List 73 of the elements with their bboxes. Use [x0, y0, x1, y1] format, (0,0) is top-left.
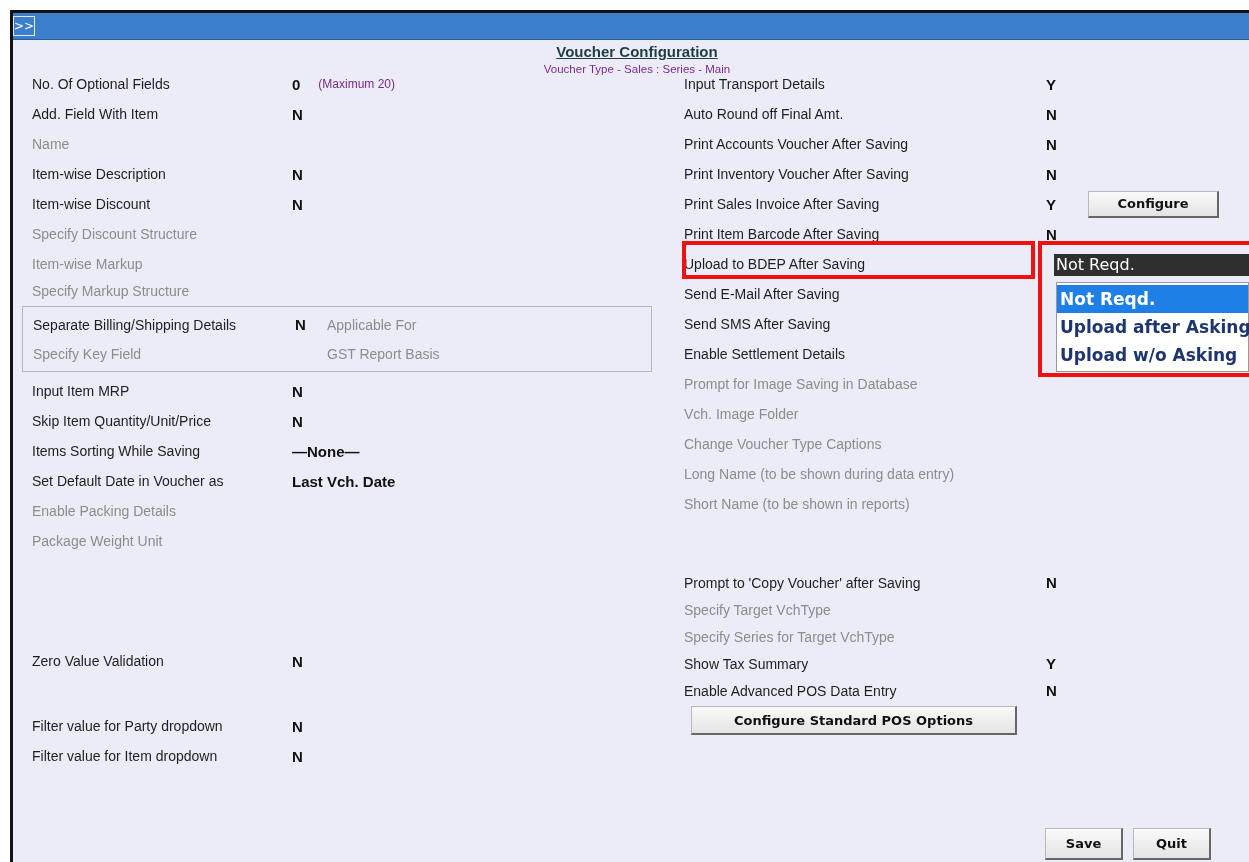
setting-value[interactable]: N: [1046, 682, 1057, 699]
setting-value[interactable]: N: [292, 195, 303, 213]
setting-label: Enable Settlement Details: [684, 346, 847, 362]
setting-label: No. Of Optional Fields: [32, 76, 171, 92]
setting-value[interactable]: N: [295, 316, 327, 333]
setting-label: Print Accounts Voucher After Saving: [684, 136, 910, 152]
setting-value[interactable]: N: [292, 105, 303, 123]
setting-label: Print Sales Invoice After Saving: [684, 196, 881, 212]
setting-label: Prompt for Image Saving in Database: [684, 376, 919, 392]
setting-label: Prompt to 'Copy Voucher' after Saving: [684, 574, 922, 591]
pos-options-button[interactable]: Configure Standard POS Options: [691, 706, 1017, 735]
setting-value[interactable]: N: [292, 382, 303, 400]
setting-label: Applicable For: [327, 316, 417, 333]
setting-value[interactable]: N: [1046, 225, 1057, 243]
setting-value[interactable]: N: [292, 747, 303, 765]
setting-label: Add. Field With Item: [32, 106, 160, 122]
setting-value[interactable]: N: [1046, 135, 1057, 153]
setting-label: Vch. Image Folder: [684, 406, 800, 422]
form-subtitle: Voucher Type - Sales : Series - Main: [543, 63, 731, 75]
dropdown-option[interactable]: Upload after Asking: [1057, 313, 1248, 341]
setting-label: Item-wise Markup: [32, 256, 144, 272]
setting-label: Name: [32, 136, 71, 152]
setting-label: Enable Advanced POS Data Entry: [684, 682, 898, 699]
setting-value[interactable]: Last Vch. Date: [292, 472, 396, 490]
setting-label: Items Sorting While Saving: [32, 443, 202, 459]
setting-value[interactable]: N: [292, 165, 303, 183]
setting-value[interactable]: N: [292, 717, 303, 735]
setting-label: Input Transport Details: [684, 76, 826, 92]
setting-label: Specify Target VchType: [684, 601, 832, 618]
setting-label: Package Weight Unit: [32, 533, 164, 549]
setting-value[interactable]: Y: [1046, 75, 1056, 93]
setting-label: Print Inventory Voucher After Saving: [684, 166, 910, 182]
setting-label: Auto Round off Final Amt.: [684, 106, 845, 122]
configure-button[interactable]: Configure: [1088, 190, 1219, 218]
setting-label: Long Name (to be shown during data entry): [684, 466, 956, 482]
dropdown-option[interactable]: Upload w/o Asking: [1057, 341, 1248, 369]
setting-label: Zero Value Validation: [32, 653, 165, 669]
setting-label: Specify Discount Structure: [32, 226, 198, 242]
setting-label: Change Voucher Type Captions: [684, 436, 883, 452]
setting-label: Item-wise Description: [32, 166, 167, 182]
dropdown-option[interactable]: Not Reqd.: [1057, 285, 1248, 313]
setting-label: Specify Key Field: [33, 345, 143, 362]
setting-label: Set Default Date in Voucher as: [32, 473, 225, 489]
setting-label: GST Report Basis: [327, 345, 440, 362]
setting-label: Filter value for Party dropdown: [32, 718, 224, 734]
form-title: Voucher Configuration: [556, 43, 718, 60]
setting-label: Short Name (to be shown in reports): [684, 496, 911, 512]
setting-label: Enable Packing Details: [32, 503, 177, 519]
setting-label: Skip Item Quantity/Unit/Price: [32, 413, 212, 429]
setting-value[interactable]: N: [1046, 165, 1057, 183]
setting-label: Print Item Barcode After Saving: [684, 226, 881, 242]
setting-label: Send E-Mail After Saving: [684, 286, 841, 302]
setting-value[interactable]: Y: [1046, 655, 1056, 672]
setting-label: Show Tax Summary: [684, 655, 810, 672]
setting-value[interactable]: 0: [292, 75, 301, 93]
setting-label: Specify Series for Target VchType: [684, 628, 896, 645]
setting-label: Specify Markup Structure: [32, 282, 191, 299]
dropdown-field[interactable]: Not Reqd.: [1054, 254, 1249, 276]
expand-button[interactable]: >>: [13, 16, 35, 36]
setting-label: Item-wise Discount: [32, 196, 152, 212]
setting-label: Input Item MRP: [32, 383, 131, 399]
action-button[interactable]: Quit: [1133, 828, 1211, 860]
setting-label: Filter value for Item dropdown: [32, 748, 219, 764]
setting-value[interactable]: N: [292, 652, 303, 670]
setting-value[interactable]: N: [292, 412, 303, 430]
setting-label: Send SMS After Saving: [684, 316, 832, 332]
setting-value[interactable]: N: [1046, 105, 1057, 123]
setting-label: Separate Billing/Shipping Details: [33, 316, 238, 333]
setting-value[interactable]: Y: [1046, 195, 1056, 213]
setting-note: (Maximum 20): [318, 77, 396, 91]
setting-value[interactable]: N: [1046, 574, 1057, 591]
setting-value[interactable]: —None—: [292, 442, 360, 460]
action-button[interactable]: Save: [1045, 828, 1123, 860]
